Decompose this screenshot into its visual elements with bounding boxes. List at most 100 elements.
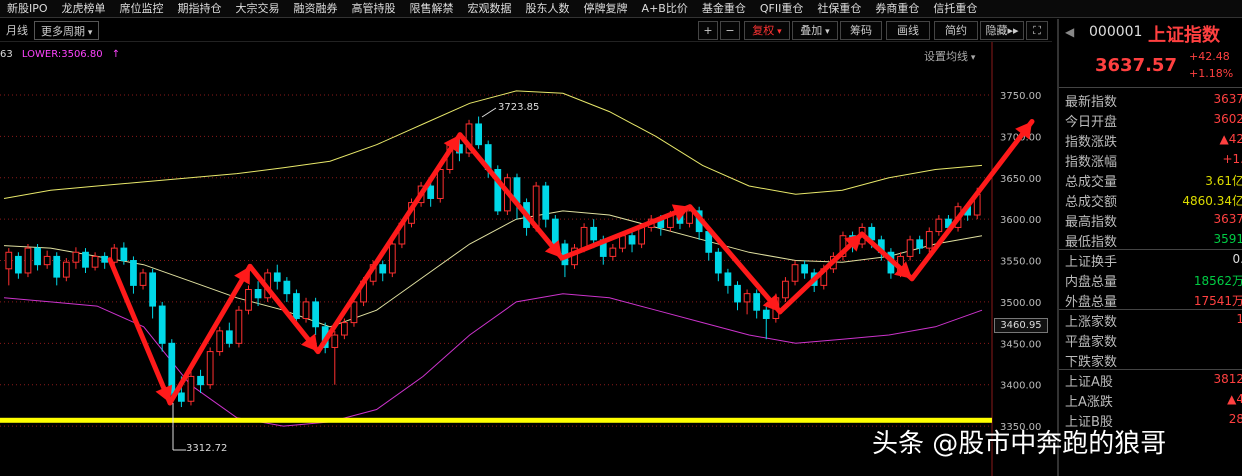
draw-line-button[interactable]: 画线 <box>886 21 930 40</box>
trend-arrow-segment <box>909 118 1035 282</box>
zoom-in-button[interactable]: + <box>698 21 718 40</box>
top-menu-item[interactable]: A+B比价 <box>635 0 695 17</box>
chips-button[interactable]: 筹码 <box>840 21 882 40</box>
top-menu-item[interactable]: 席位监控 <box>113 0 171 17</box>
quote-row-label: 内盘总量 <box>1065 275 1118 290</box>
candle-up <box>62 261 70 278</box>
top-menu-item[interactable]: 大宗交易 <box>229 0 287 17</box>
quote-row: 最高指数 3637 <box>1059 209 1242 230</box>
candle-up <box>331 334 339 348</box>
index-name: 上证指数 <box>1148 25 1220 46</box>
set-ma-dropdown[interactable]: 设置均线 <box>924 48 975 64</box>
expand-icon[interactable]: ⛶ <box>1026 21 1048 40</box>
top-menu-item[interactable]: 期指持仓 <box>171 0 229 17</box>
y-tick-label: 3500.00 <box>1000 298 1041 309</box>
candle-up <box>206 351 214 386</box>
quote-row-label: 最低指数 <box>1065 235 1118 250</box>
quote-row-label: 最新指数 <box>1065 95 1118 110</box>
hide-button[interactable]: 隐藏▸▸ <box>980 21 1024 40</box>
more-period-dropdown[interactable]: 更多周期 <box>34 21 100 40</box>
y-tick-label: 3750.00 <box>1000 91 1041 102</box>
top-menu-item[interactable]: 龙虎榜单 <box>55 0 113 17</box>
candle-up <box>24 247 32 274</box>
index-change-pct: +1.18% <box>1189 67 1234 80</box>
candle-up <box>43 255 51 266</box>
quote-row-value: 0. <box>1232 252 1242 266</box>
overlay-button[interactable]: 叠加 <box>792 21 838 40</box>
candle-down <box>158 305 166 344</box>
candle-down <box>120 247 128 262</box>
zoom-out-button[interactable]: − <box>720 21 740 40</box>
top-menu-item[interactable]: 股东人数 <box>519 0 577 17</box>
boll-upper-band <box>3 90 983 199</box>
trend-arrow-segment <box>315 132 463 355</box>
current-price-tag: 3460.95 <box>994 318 1048 333</box>
candle-down <box>254 289 262 299</box>
top-menu-item[interactable]: 高管持股 <box>345 0 403 17</box>
candle-down <box>762 309 770 319</box>
quote-row: 上证A股 3812 <box>1059 369 1242 390</box>
high-price-label: 3723.85 <box>498 102 540 113</box>
simple-mode-button[interactable]: 简约 <box>934 21 978 40</box>
top-menu-item[interactable]: 券商重仓 <box>868 0 926 17</box>
top-menu-item[interactable]: 社保重仓 <box>810 0 868 17</box>
quote-row-value: 3637 <box>1213 212 1242 226</box>
candle-up <box>791 264 799 282</box>
top-menu-item[interactable]: 基金重仓 <box>695 0 753 17</box>
quote-row-value: 3.61亿 <box>1205 174 1242 188</box>
candle-down <box>801 264 808 274</box>
candle-up <box>935 218 943 233</box>
quote-row-value: 3637 <box>1213 92 1242 106</box>
candle-down <box>82 251 89 268</box>
candle-down <box>753 293 761 311</box>
quote-row-value: 28 <box>1228 412 1242 426</box>
top-menu-item[interactable]: 融资融券 <box>287 0 345 17</box>
quote-row-label: 上证换手 <box>1065 255 1118 270</box>
candle-down <box>542 185 550 220</box>
candle-up <box>906 239 914 257</box>
quote-row-label: 下跌家数 <box>1065 355 1118 370</box>
tab-month[interactable]: 月线 <box>0 21 34 40</box>
candle-down <box>225 330 233 344</box>
index-price: 3637.57 <box>1095 55 1177 76</box>
quote-row: 今日开盘 3602 <box>1059 109 1242 130</box>
candle-down <box>273 272 281 282</box>
quote-row-value: 1 <box>1236 312 1242 326</box>
quote-row: 最新指数 3637 <box>1059 89 1242 110</box>
quote-row: 最低指数 3591 <box>1059 229 1242 250</box>
quote-row: 下跌家数 <box>1059 349 1242 370</box>
y-tick-label: 3600.00 <box>1000 215 1041 226</box>
candle-down <box>724 272 732 286</box>
candle-up <box>139 272 147 286</box>
quote-row-value: 17541万 <box>1193 294 1242 308</box>
top-menu-item[interactable]: 停牌复牌 <box>577 0 635 17</box>
quote-row-label: 总成交额 <box>1065 195 1118 210</box>
hide-label: 隐藏 <box>985 24 1008 37</box>
candle-up <box>5 251 13 270</box>
top-menu-item[interactable]: 宏观数据 <box>461 0 519 17</box>
top-menu-item[interactable]: 信托重仓 <box>926 0 984 17</box>
top-menu-item[interactable]: 限售解禁 <box>403 0 461 17</box>
quote-row-label: 平盘家数 <box>1065 335 1118 350</box>
chart-toolbar: 月线 更多周期 + − 复权 叠加 筹码 画线 简约 隐藏▸▸ ⛶ <box>0 19 1052 42</box>
quote-row: 总成交额 4860.34亿 <box>1059 189 1242 210</box>
candle-up <box>782 280 789 299</box>
quote-row-value: ▲42 <box>1219 132 1242 146</box>
candle-up <box>638 226 645 245</box>
restore-rights-button[interactable]: 复权 <box>744 21 790 40</box>
quote-row-label: 最高指数 <box>1065 215 1118 230</box>
quote-panel: ◀ 000001 上证指数 3637.57 +42.48 +1.18% 最新指数… <box>1057 19 1242 476</box>
top-menu-item[interactable]: 新股IPO <box>0 0 55 17</box>
quote-row: 指数涨跌 ▲42 <box>1059 129 1242 150</box>
candle-down <box>379 264 387 274</box>
candle-up <box>686 210 693 224</box>
candle-down <box>916 239 924 249</box>
quote-row-label: 上A涨跌 <box>1065 395 1113 410</box>
back-arrow-icon[interactable]: ◀ <box>1065 25 1074 39</box>
candle-down <box>475 123 482 146</box>
candle-up <box>302 301 310 319</box>
quote-row: 平盘家数 <box>1059 329 1242 350</box>
candle-up <box>436 168 444 199</box>
candle-up <box>743 293 751 303</box>
top-menu-item[interactable]: QFII重仓 <box>753 0 810 17</box>
